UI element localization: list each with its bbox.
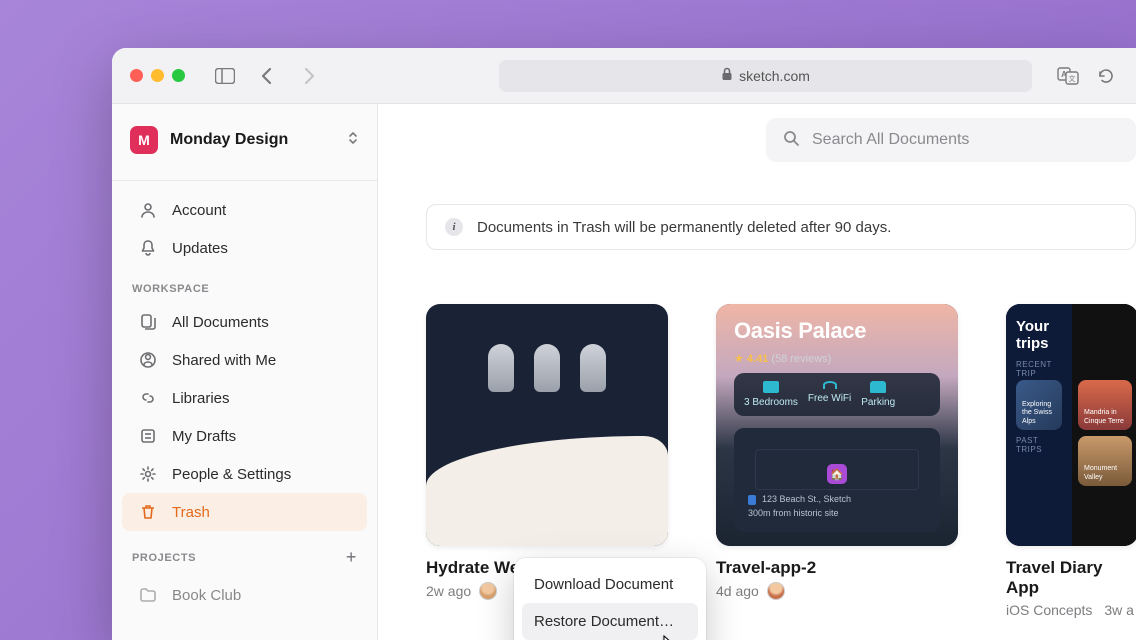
shared-icon (138, 350, 158, 370)
sidebar-item-label: Updates (172, 240, 228, 257)
document-card[interactable]: Your trips RECENT TRIP Exploring the Swi… (1006, 304, 1136, 618)
back-button[interactable] (255, 64, 279, 88)
app-window: sketch.com A文 M Monday Design Account (112, 48, 1136, 640)
document-title: Travel Diary App (1006, 558, 1136, 598)
document-time: 2w ago (426, 583, 471, 599)
search-input[interactable]: Search All Documents (766, 118, 1136, 162)
avatar (479, 582, 497, 600)
sidebar-item-label: People & Settings (172, 466, 291, 483)
bell-icon (138, 238, 158, 258)
section-header-projects: PROJECTS + (112, 531, 377, 576)
document-time: 3w a (1104, 602, 1134, 618)
gear-icon (138, 464, 158, 484)
workspace-logo: M (130, 126, 158, 154)
close-window-button[interactable] (130, 69, 143, 82)
document-thumbnail: Your trips RECENT TRIP Exploring the Swi… (1006, 304, 1136, 546)
sidebar-item-project[interactable]: Book Club (122, 576, 367, 614)
svg-text:文: 文 (1069, 74, 1076, 83)
thumb-map: 🏠 123 Beach St., Sketch 300m from histor… (734, 428, 940, 532)
reload-icon[interactable] (1094, 64, 1118, 88)
sidebar-item-label: Shared with Me (172, 352, 276, 369)
context-menu: Download Document Restore Document… Dele… (514, 558, 706, 640)
sidebar-item-drafts[interactable]: My Drafts (122, 417, 367, 455)
zoom-window-button[interactable] (172, 69, 185, 82)
documents-icon (138, 312, 158, 332)
person-icon (138, 200, 158, 220)
sidebar: M Monday Design Account Updates WORKSPAC… (112, 104, 378, 640)
info-icon: i (445, 218, 463, 236)
document-title: Travel-app-2 (716, 558, 958, 578)
translate-icon[interactable]: A文 (1056, 64, 1080, 88)
sidebar-item-shared[interactable]: Shared with Me (122, 341, 367, 379)
thumb-rating: ★ 4.41 (58 reviews) (734, 352, 940, 365)
thumb-heading: Oasis Palace (734, 318, 940, 344)
document-thumbnail: Oasis Palace ★ 4.41 (58 reviews) 3 Bedro… (716, 304, 958, 546)
notice-text: Documents in Trash will be permanently d… (477, 219, 891, 236)
document-card[interactable]: Oasis Palace ★ 4.41 (58 reviews) 3 Bedro… (716, 304, 958, 618)
sidebar-toggle-icon[interactable] (213, 64, 237, 88)
thumb-chips: 3 Bedrooms Free WiFi Parking (734, 373, 940, 416)
trash-notice: i Documents in Trash will be permanently… (426, 204, 1136, 250)
lock-icon (721, 67, 733, 84)
url-text: sketch.com (739, 68, 810, 84)
context-menu-restore[interactable]: Restore Document… (522, 603, 698, 640)
avatar (767, 582, 785, 600)
sidebar-item-libraries[interactable]: Libraries (122, 379, 367, 417)
window-controls (130, 69, 185, 82)
sidebar-item-updates[interactable]: Updates (122, 229, 367, 267)
section-header-workspace: WORKSPACE (112, 267, 377, 303)
document-thumbnail (426, 304, 668, 546)
sidebar-item-label: All Documents (172, 314, 269, 331)
sidebar-item-label: My Drafts (172, 428, 236, 445)
thumb-heading: Your trips (1016, 318, 1062, 352)
search-icon (782, 129, 800, 152)
sidebar-item-label: Trash (172, 504, 210, 521)
sidebar-item-label: Book Club (172, 587, 241, 604)
search-placeholder: Search All Documents (812, 131, 969, 149)
sidebar-item-account[interactable]: Account (122, 191, 367, 229)
link-icon (138, 388, 158, 408)
trash-icon (138, 502, 158, 522)
workspace-name: Monday Design (170, 131, 335, 149)
drafts-icon (138, 426, 158, 446)
sidebar-item-label: Libraries (172, 390, 230, 407)
add-project-button[interactable]: + (346, 547, 357, 568)
sidebar-item-trash[interactable]: Trash (122, 493, 367, 531)
document-grid: Hydrate Website 2w ago Download Document… (426, 304, 1136, 618)
titlebar: sketch.com A文 (112, 48, 1136, 104)
folder-icon (138, 585, 158, 605)
context-menu-download[interactable]: Download Document (522, 566, 698, 603)
sidebar-item-all-documents[interactable]: All Documents (122, 303, 367, 341)
workspace-switcher[interactable]: M Monday Design (124, 118, 365, 162)
address-bar[interactable]: sketch.com (499, 60, 1032, 92)
sidebar-item-people-settings[interactable]: People & Settings (122, 455, 367, 493)
main-content: Search All Documents i Documents in Tras… (378, 104, 1136, 640)
minimize-window-button[interactable] (151, 69, 164, 82)
document-card[interactable]: Hydrate Website 2w ago Download Document… (426, 304, 668, 618)
forward-button[interactable] (297, 64, 321, 88)
document-time: 4d ago (716, 583, 759, 599)
document-subtitle: iOS Concepts (1006, 602, 1092, 618)
chevron-updown-icon (347, 130, 359, 151)
sidebar-item-label: Account (172, 202, 226, 219)
